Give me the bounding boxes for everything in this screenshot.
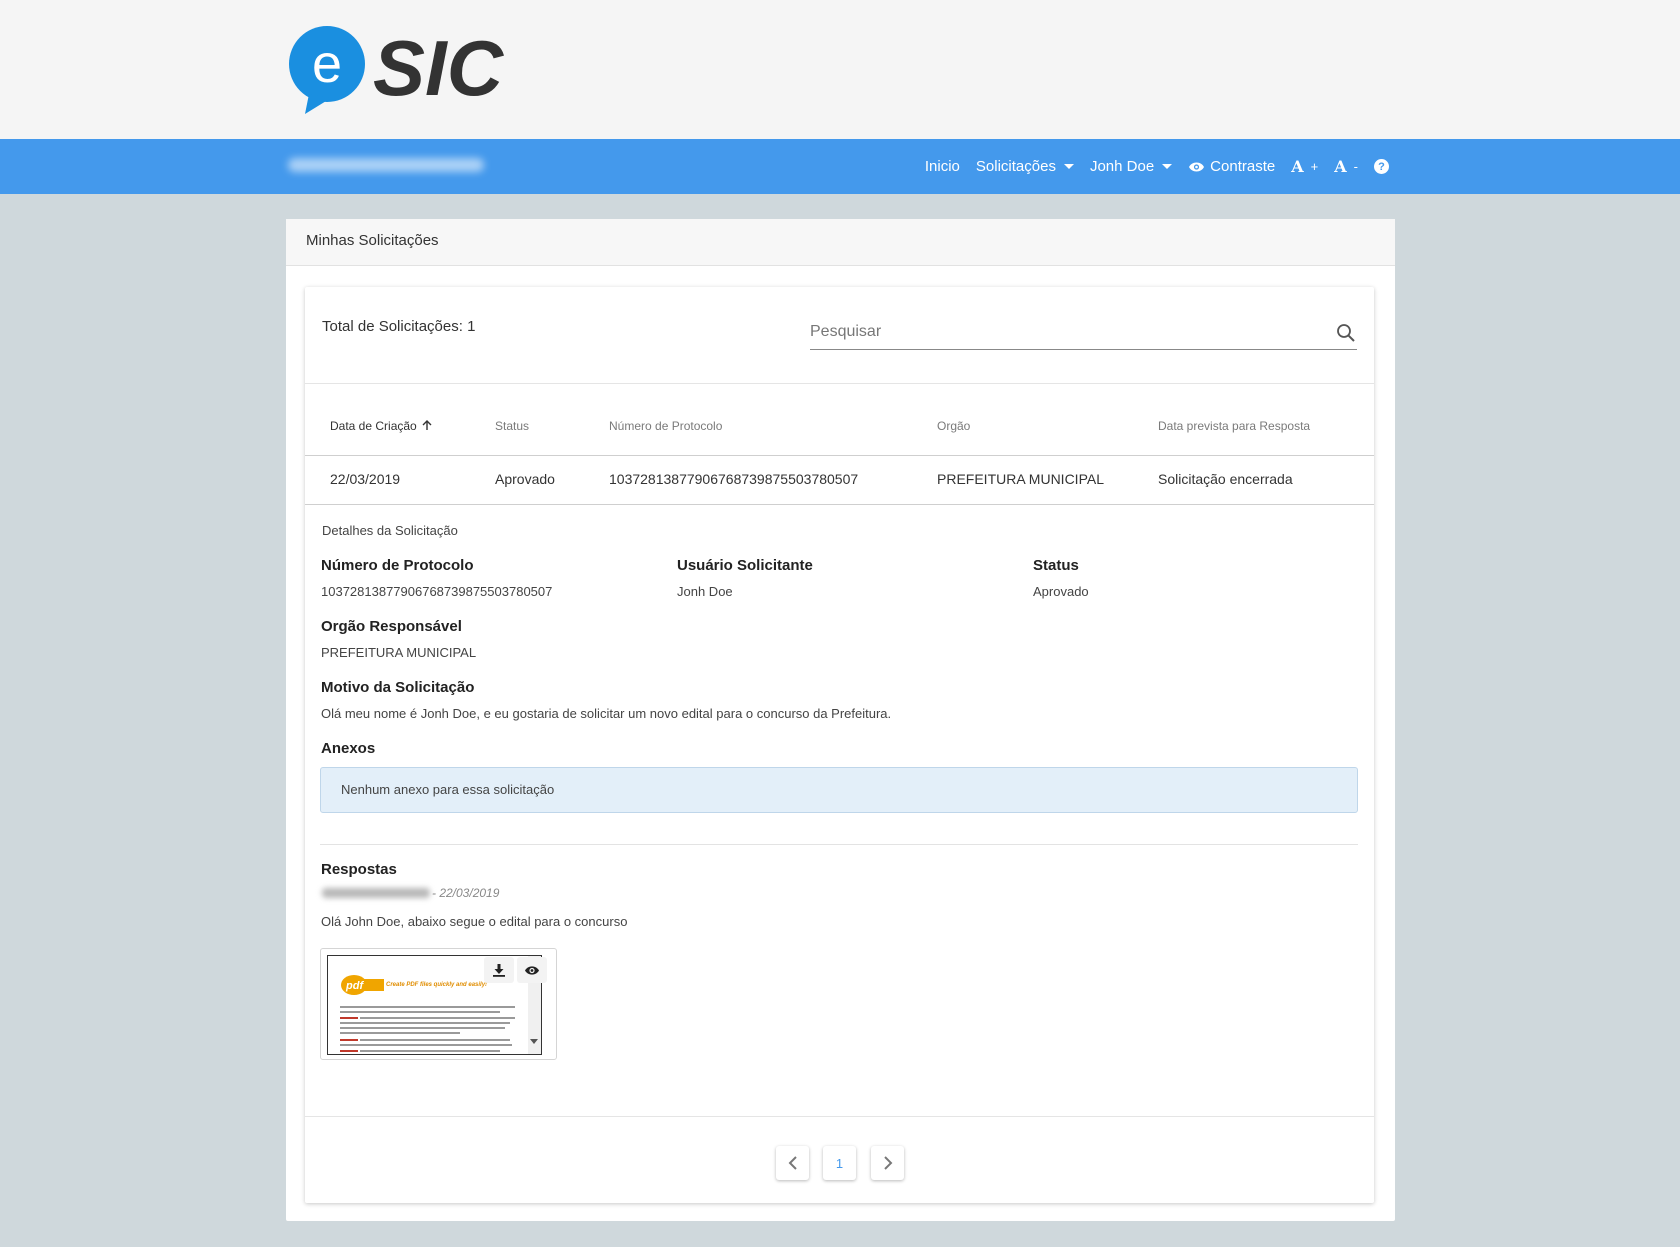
status-label: Status [1033,557,1079,574]
column-header-data-criacao[interactable]: Data de Criação [330,419,432,433]
cell-orgao[interactable]: PREFEITURA MUNICIPAL [937,471,1104,487]
divider [305,1116,1374,1117]
column-header-status[interactable]: Status [495,419,529,433]
cell-data-criacao[interactable]: 22/03/2019 [330,471,400,487]
nav-inicio[interactable]: Inicio [925,158,960,175]
page-title: Minhas Solicitações [286,219,1395,266]
response-text: Olá John Doe, abaixo segue o edital para… [321,914,628,929]
svg-text:e: e [312,34,342,94]
details-title: Detalhes da Solicitação [322,523,458,538]
text-line [360,1017,515,1019]
navbar [0,139,1680,194]
text-line [340,1011,500,1013]
orgao-value: PREFEITURA MUNICIPAL [321,645,477,660]
download-button[interactable] [484,957,514,983]
usuario-label: Usuário Solicitante [677,557,813,574]
divider [305,504,1374,505]
esic-logo[interactable]: e SIC [287,26,527,116]
usuario-value: Jonh Doe [677,584,733,599]
help-icon: ? [1374,159,1389,174]
divider [305,455,1374,456]
text-line [340,1039,358,1041]
eye-icon [525,965,539,975]
column-header-orgao[interactable]: Orgão [937,419,970,433]
cell-data-prevista[interactable]: Solicitação encerrada [1158,471,1293,487]
text-line [340,1032,460,1034]
search-input[interactable] [810,315,1310,341]
chevron-left-icon [788,1156,797,1170]
divider [305,383,1374,384]
view-button[interactable] [517,957,547,983]
text-line [340,1022,510,1024]
blurred-responder-name [322,888,430,898]
chevron-down-icon [1162,164,1173,169]
search-icon[interactable] [1336,323,1356,343]
nav-contraste[interactable]: Contraste [1188,158,1275,175]
top-header: e SIC [0,0,1680,139]
main-nav: Inicio Solicitações Jonh Doe Contraste A… [925,139,1389,194]
blurred-brand-name [288,158,484,172]
search-field [810,315,1357,350]
no-attachments-alert: Nenhum anexo para essa solicitação [320,767,1358,813]
respostas-label: Respostas [321,861,397,878]
cell-protocolo[interactable]: 10372813877906768739875503780507 [609,471,858,487]
protocolo-value: 10372813877906768739875503780507 [321,584,553,599]
download-icon [493,964,505,977]
total-requests: Total de Solicitações: 1 [322,318,476,335]
nav-user-label: Jonh Doe [1089,158,1155,175]
text-line [340,1044,512,1046]
pagination-page-1[interactable]: 1 [823,1146,856,1180]
nav-user-dropdown[interactable]: Jonh Doe [1089,158,1173,175]
pdf-tagline: Create PDF files quickly and easily! [386,982,488,988]
text-line [340,1027,505,1029]
column-header-protocolo[interactable]: Número de Protocolo [609,419,722,433]
protocolo-label: Número de Protocolo [321,557,474,574]
anexos-label: Anexos [321,740,376,757]
chevron-down-icon[interactable] [530,1039,538,1044]
eye-icon [1189,162,1205,171]
pagination-prev-button[interactable] [776,1146,809,1180]
text-line [340,1017,358,1019]
nav-solicitacoes-dropdown[interactable]: Solicitações [976,158,1074,175]
attachment-thumbnail[interactable]: pdf Create PDF files quickly and easily! [320,948,557,1060]
font-increase-button[interactable]: A + [1291,157,1318,176]
svg-text:SIC: SIC [373,26,505,112]
orgao-label: Orgão Responsável [321,618,462,635]
motivo-label: Motivo da Solicitação [321,679,475,696]
status-value: Aprovado [1033,584,1089,599]
cell-status[interactable]: Aprovado [495,471,555,487]
column-header-data-prevista[interactable]: Data prevista para Resposta [1158,419,1310,433]
chevron-right-icon [883,1156,892,1170]
font-decrease-button[interactable]: A- [1334,157,1358,176]
divider [320,844,1358,845]
requests-panel: Total de Solicitações: 1 Data de Criação… [305,287,1374,1203]
motivo-value: Olá meu nome é Jonh Doe, e eu gostaria d… [321,706,892,721]
nav-contraste-label: Contraste [1210,158,1276,175]
text-line [340,1006,515,1008]
arrow-up-icon [422,420,432,430]
response-date: - 22/03/2019 [432,886,500,900]
text-line [360,1050,500,1052]
svg-text:pdf: pdf [345,980,364,992]
chevron-down-icon [1063,164,1074,169]
nav-solicitacoes-label: Solicitações [975,158,1056,175]
pdf-logo-icon: pdf [341,975,384,995]
pagination-next-button[interactable] [871,1146,904,1180]
text-line [340,1050,358,1052]
help-button[interactable]: ? [1374,159,1389,174]
text-line [360,1039,510,1041]
